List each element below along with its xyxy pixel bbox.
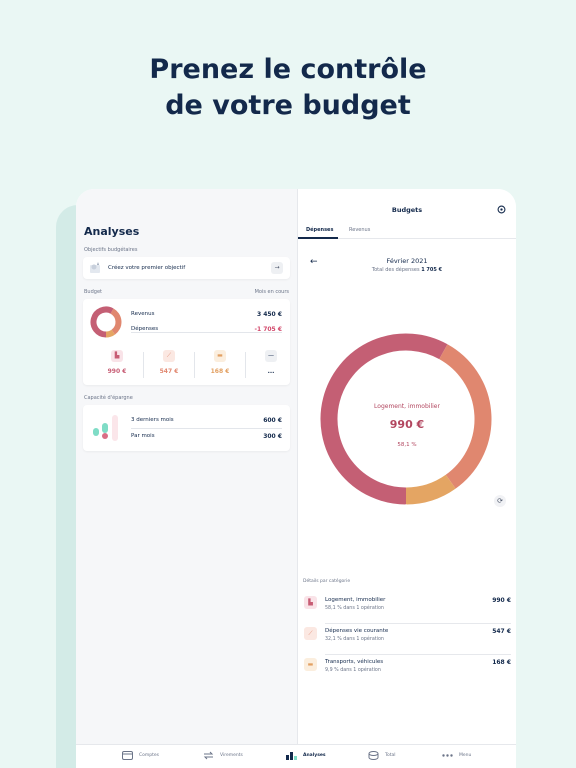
create-goal-card[interactable]: Créez votre premier objectif → — [83, 257, 290, 279]
house-icon: ▙ — [304, 596, 317, 609]
analyses-panel: Analyses Objectifs budgétaires Créez vot… — [76, 189, 297, 768]
nav-label: Comptes — [139, 753, 160, 758]
detail-row-transport[interactable]: ▬ Transports, véhicules 9,9 % dans 1 opé… — [303, 656, 511, 686]
detail-row-housing[interactable]: ▙ Logement, immobilier 58,1 % dans 1 opé… — [303, 594, 511, 624]
donut-value: 990 € — [389, 418, 425, 431]
savings-3m-label: 3 derniers mois — [131, 417, 174, 423]
bottom-navigation: Comptes Virements Analyses Total Menu — [76, 744, 516, 768]
donut-pointer — [400, 504, 412, 509]
wallet-icon: ⟋ — [304, 627, 317, 640]
card-icon — [122, 751, 133, 760]
wallet-icon: ⟋ — [163, 350, 175, 362]
detail-sub: 9,9 % dans 1 opération — [325, 668, 381, 673]
depenses-row: Dépenses -1 705 € — [131, 326, 282, 333]
revenus-value: 3 450 € — [256, 311, 282, 318]
donut-slice-3[interactable] — [405, 474, 456, 505]
category-transport[interactable]: ▬ 168 € — [194, 350, 246, 380]
budgets-panel: Budgets Dépenses Revenus ← Février 2021 … — [298, 189, 516, 768]
category-value: 547 € — [159, 368, 179, 375]
savings-month-row: Par mois 300 € — [131, 433, 282, 440]
detail-value: 168 € — [492, 659, 511, 666]
detail-row-daily[interactable]: ⟋ Dépenses vie courante 32,1 % dans 1 op… — [303, 625, 511, 655]
category-value: ... — [267, 368, 275, 375]
nav-comptes[interactable]: Comptes — [122, 751, 159, 765]
coins-icon — [368, 751, 379, 760]
detail-sub: 58,1 % dans 1 opération — [325, 606, 384, 611]
nav-analyses[interactable]: Analyses — [286, 751, 326, 765]
nav-virements[interactable]: Virements — [203, 751, 243, 765]
category-value: 168 € — [210, 368, 230, 375]
donut-percent: 58,1 % — [397, 442, 417, 448]
nav-label: Total — [385, 753, 396, 758]
mini-donut-slice-1[interactable] — [90, 306, 114, 338]
tab-revenus[interactable]: Revenus — [349, 227, 370, 233]
divider — [131, 428, 282, 429]
mini-donut-slice-2[interactable] — [110, 308, 122, 335]
nav-label: Virements — [220, 753, 243, 758]
nav-menu[interactable]: Menu — [442, 751, 471, 765]
category-value: 990 € — [107, 368, 127, 375]
budget-period[interactable]: Mois en cours — [255, 289, 289, 295]
tablet-screen: Analyses Objectifs budgétaires Créez vot… — [76, 189, 516, 768]
savings-3m-row: 3 derniers mois 600 € — [131, 417, 282, 424]
goal-illustration-icon — [90, 262, 100, 273]
total-label: Total des dépenses — [371, 267, 420, 273]
divider — [325, 654, 511, 655]
objectives-label: Objectifs budgétaires — [84, 247, 138, 253]
budget-categories: ▙ 990 € ⟋ 547 € ▬ 168 € — ... — [91, 350, 282, 380]
nav-label: Menu — [459, 753, 472, 758]
active-tab-indicator — [298, 237, 338, 239]
budget-label: Budget — [84, 289, 102, 295]
savings-card[interactable]: 3 derniers mois 600 € Par mois 300 € — [83, 405, 290, 451]
gear-icon[interactable] — [497, 205, 506, 214]
total-expenses: Total des dépenses 1 705 € — [298, 267, 516, 273]
more-icon: — — [265, 350, 277, 362]
depenses-label: Dépenses — [131, 326, 159, 332]
revenus-row: Revenus 3 450 € — [131, 311, 282, 318]
divider — [325, 623, 511, 624]
transfer-icon — [203, 751, 214, 760]
more-dots-icon — [442, 754, 453, 757]
car-icon: ▬ — [214, 350, 226, 362]
headline-line-2: de votre budget — [165, 90, 411, 121]
budget-tabs: Dépenses Revenus — [298, 221, 516, 239]
house-icon: ▙ — [111, 350, 123, 362]
arrow-right-icon[interactable]: → — [271, 262, 283, 274]
month-label: Février 2021 — [386, 257, 428, 265]
detail-value: 547 € — [492, 628, 511, 635]
revenus-label: Revenus — [131, 311, 155, 317]
total-value: 1 705 € — [421, 267, 443, 273]
donut-slice-2[interactable] — [439, 344, 492, 489]
savings-month-value: 300 € — [263, 433, 282, 440]
savings-bars-illustration — [93, 415, 118, 441]
detail-sub: 32,1 % dans 1 opération — [325, 637, 384, 642]
detail-name: Transports, véhicules — [325, 659, 384, 665]
create-goal-text: Créez votre premier objectif — [108, 265, 186, 271]
detail-value: 990 € — [492, 597, 511, 604]
detail-name: Dépenses vie courante — [325, 628, 389, 634]
budget-mini-donut — [90, 306, 122, 338]
mini-donut-slice-3[interactable] — [105, 329, 115, 338]
nav-total[interactable]: Total — [368, 751, 396, 765]
detail-name: Logement, immobilier — [325, 597, 386, 603]
category-more[interactable]: — ... — [245, 350, 297, 380]
donut-category-label: Logement, immobilier — [374, 403, 440, 410]
category-daily[interactable]: ⟋ 547 € — [143, 350, 195, 380]
page-title: Analyses — [84, 225, 140, 238]
headline-line-1: Prenez le contrôle — [149, 54, 427, 85]
refresh-icon[interactable]: ⟳ — [494, 495, 506, 507]
tab-depenses[interactable]: Dépenses — [306, 227, 333, 233]
savings-month-label: Par mois — [131, 433, 155, 439]
headline: Prenez le contrôle de votre budget — [0, 52, 576, 124]
details-label: Détails par catégorie — [303, 579, 351, 584]
savings-label: Capacité d'épargne — [84, 395, 133, 401]
analytics-icon — [286, 752, 297, 760]
car-icon: ▬ — [304, 658, 317, 671]
budget-card[interactable]: Revenus 3 450 € Dépenses -1 705 € ▙ 990 … — [83, 299, 290, 385]
budgets-title: Budgets — [391, 206, 423, 214]
depenses-value: -1 705 € — [254, 326, 282, 333]
savings-3m-value: 600 € — [263, 417, 282, 424]
category-housing[interactable]: ▙ 990 € — [91, 350, 143, 380]
nav-label: Analyses — [303, 753, 326, 758]
